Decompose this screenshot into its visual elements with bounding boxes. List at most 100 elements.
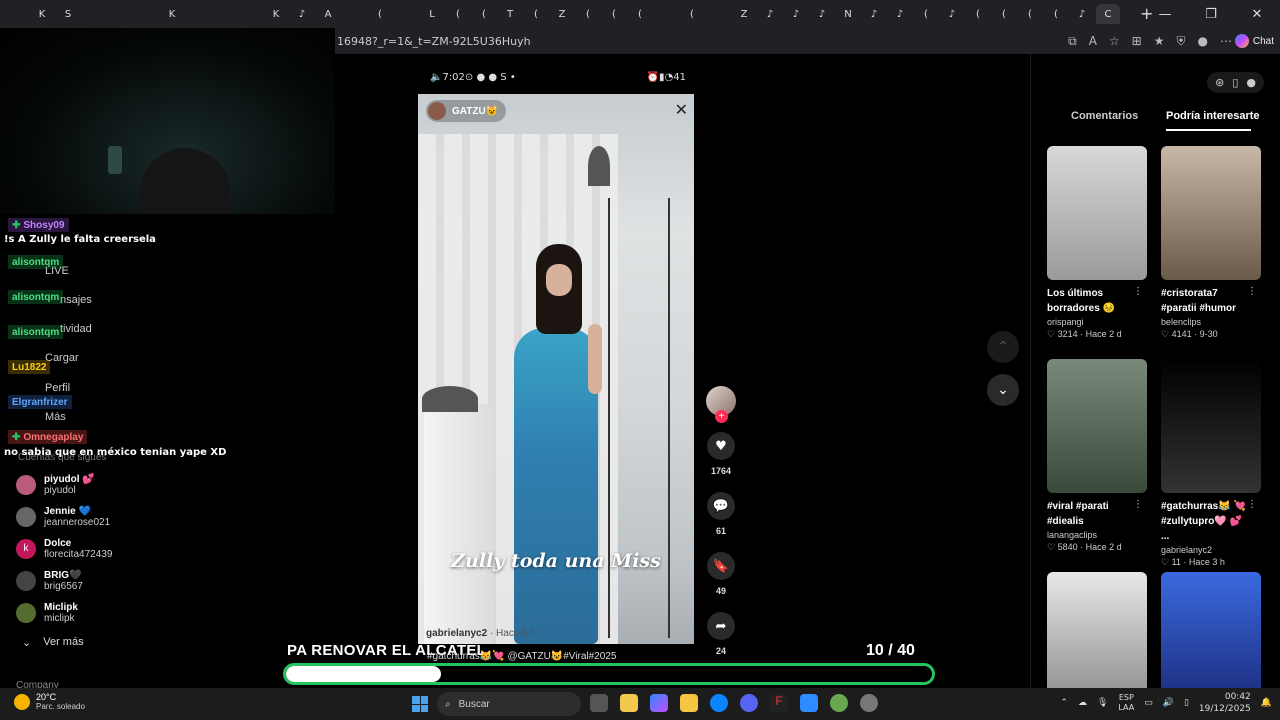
card-title[interactable]: #viral #parati #diealis — [1047, 499, 1139, 529]
browser-tab[interactable] — [108, 4, 132, 24]
browser-tab[interactable]: A — [316, 4, 340, 24]
mute-icon[interactable]: 🔈 — [430, 72, 442, 83]
browser-tab[interactable]: ( — [602, 4, 626, 24]
followed-account[interactable]: Miclipk miclipk — [16, 602, 78, 624]
browser-tab[interactable]: T — [498, 4, 522, 24]
bookmark-icon[interactable]: 🔖 — [707, 552, 735, 580]
story-video[interactable]: GATZU😺 ✕ Zully toda una Miss gabrielanyc… — [418, 94, 694, 644]
browser-tab[interactable] — [342, 4, 366, 24]
browser-tab[interactable]: ♪ — [940, 4, 964, 24]
close-icon[interactable]: ✕ — [675, 100, 688, 119]
browser-tab[interactable]: ( — [472, 4, 496, 24]
card-username[interactable]: gabrielanyc2 — [1161, 545, 1261, 555]
creator-avatar[interactable]: + — [706, 386, 736, 423]
app-icon[interactable] — [830, 694, 848, 712]
video-thumbnail[interactable] — [1161, 359, 1261, 493]
card-title[interactable]: Los últimos borradores 😣 — [1047, 286, 1139, 316]
followed-account[interactable]: k Dolce florecita472439 — [16, 538, 112, 560]
browser-tab[interactable] — [134, 4, 158, 24]
weather-widget[interactable]: 20°C Parc. soleado — [14, 692, 85, 711]
browser-tab[interactable]: ( — [368, 4, 392, 24]
next-video-button[interactable]: ⌄ — [987, 374, 1019, 406]
card-title[interactable]: #gatchurras😹 💘 #zullytupro🩷 💕 ... — [1161, 499, 1253, 544]
profile-avatar-icon[interactable]: ● — [1198, 34, 1208, 49]
browser-tab[interactable]: ( — [966, 4, 990, 24]
browser-tab[interactable]: N — [836, 4, 860, 24]
recommended-video-card[interactable] — [1161, 572, 1261, 706]
more-menu-icon[interactable]: ⋯ — [1220, 34, 1232, 49]
browser-tab[interactable] — [212, 4, 236, 24]
see-more-button[interactable]: ⌄ Ver más — [22, 636, 84, 649]
avatar-icon[interactable]: ● — [1246, 76, 1256, 89]
comment-icon[interactable]: 💬 — [707, 492, 735, 520]
video-thumbnail[interactable] — [1047, 359, 1147, 493]
browser-tab[interactable]: ( — [1018, 4, 1042, 24]
heart-icon[interactable]: ♥ — [707, 432, 735, 460]
more-options-icon[interactable]: ⋮ — [1247, 499, 1257, 510]
video-thumbnail[interactable] — [1161, 572, 1261, 706]
browser-tab[interactable] — [654, 4, 678, 24]
browser-tab[interactable]: ♪ — [888, 4, 912, 24]
tab-might-interest[interactable]: Podría interesarte — [1166, 110, 1260, 122]
video-thumbnail[interactable] — [1047, 146, 1147, 280]
device-icon[interactable]: ▯ — [1232, 76, 1238, 89]
video-thumbnail[interactable] — [1161, 146, 1261, 280]
browser-tab[interactable]: L — [420, 4, 444, 24]
recommended-video-card[interactable] — [1047, 572, 1147, 706]
browser-tab[interactable] — [82, 4, 106, 24]
translate-icon[interactable]: A — [1089, 34, 1097, 49]
edge-icon[interactable] — [710, 694, 728, 712]
clock[interactable]: 00:42 19/12/2025 — [1199, 691, 1251, 715]
network-icon[interactable]: ▭ — [1144, 698, 1153, 708]
nav-messages[interactable]: nsajes — [60, 294, 92, 306]
recommended-video-card[interactable]: #viral #parati #diealis lanangaclips ♡ 584… — [1047, 359, 1147, 553]
followed-account[interactable]: piyudol 💕 piyudol — [16, 474, 95, 496]
browser-tab[interactable]: ( — [576, 4, 600, 24]
browser-tab[interactable]: K — [30, 4, 54, 24]
browser-tab[interactable]: ( — [992, 4, 1016, 24]
card-title[interactable]: #cristorata7 #paratii #humor — [1161, 286, 1253, 316]
browser-tab[interactable]: ♪ — [810, 4, 834, 24]
card-username[interactable]: orispangi — [1047, 317, 1147, 327]
browser-tab[interactable]: ( — [680, 4, 704, 24]
browser-tab[interactable]: ♪ — [862, 4, 886, 24]
previous-video-button[interactable]: ⌃ — [987, 331, 1019, 363]
microphone-icon[interactable]: 🎙 — [1097, 698, 1108, 708]
obs-icon[interactable] — [860, 694, 878, 712]
browser-tab[interactable]: K — [160, 4, 184, 24]
nav-activity[interactable]: tividad — [60, 323, 92, 335]
taskbar-search[interactable]: ⌕ Buscar — [437, 692, 581, 716]
browser-tab[interactable]: ( — [628, 4, 652, 24]
more-options-icon[interactable]: ⋮ — [1247, 286, 1257, 297]
browser-tab[interactable] — [238, 4, 262, 24]
nav-profile[interactable]: Perfil — [45, 382, 70, 394]
favorite-star-icon[interactable]: ☆ — [1109, 34, 1120, 49]
chevron-up-icon[interactable]: ⌃ — [1060, 698, 1068, 708]
more-options-icon[interactable]: ⋮ — [1133, 286, 1143, 297]
volume-icon[interactable]: 🔊 — [1163, 698, 1174, 708]
browser-tab[interactable]: ( — [446, 4, 470, 24]
copilot-chat-button[interactable]: Chat — [1234, 32, 1274, 50]
maximize-button[interactable]: ❐ — [1188, 0, 1234, 28]
tf-icon[interactable]: F — [770, 694, 788, 712]
gift-icon[interactable]: ⊛ — [1215, 76, 1224, 89]
browser-tab[interactable] — [186, 4, 210, 24]
battery-icon[interactable]: ▯ — [1184, 698, 1189, 708]
favorites-icon[interactable]: ★ — [1154, 34, 1165, 49]
followed-account[interactable]: BRIG🖤 brig6567 — [16, 570, 83, 592]
recommended-video-card[interactable]: #gatchurras😹 💘 #zullytupro🩷 💕 ... gabriel… — [1161, 359, 1261, 568]
close-window-button[interactable]: ✕ — [1234, 0, 1280, 28]
browser-tab[interactable] — [706, 4, 730, 24]
task-view-icon[interactable] — [590, 694, 608, 712]
browser-tab[interactable]: ( — [524, 4, 548, 24]
store-icon[interactable] — [620, 694, 638, 712]
browser-tab[interactable]: Z — [732, 4, 756, 24]
photos-icon[interactable] — [800, 694, 818, 712]
story-user-pill[interactable]: GATZU😺 — [426, 100, 507, 122]
more-options-icon[interactable]: ⋮ — [1133, 499, 1143, 510]
recommended-video-card[interactable]: #cristorata7 #paratii #humor belenclips ♡ … — [1161, 146, 1261, 340]
followed-account[interactable]: Jennie 💙 jeannerose021 — [16, 506, 110, 528]
open-in-app-icon[interactable]: ⧉ — [1068, 34, 1077, 49]
browser-tab[interactable]: S — [56, 4, 80, 24]
file-explorer-icon[interactable] — [680, 694, 698, 712]
